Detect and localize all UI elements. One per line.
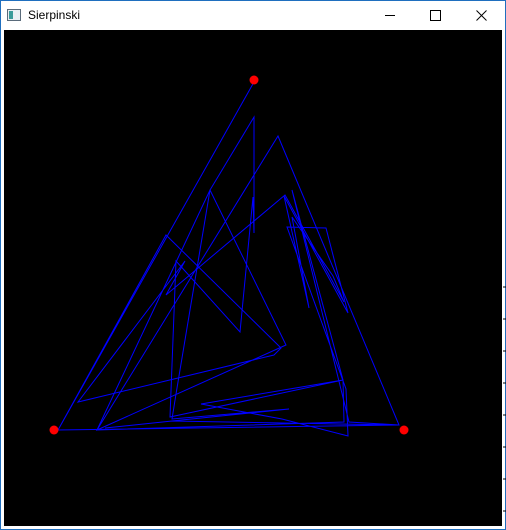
background-window-edge bbox=[503, 286, 506, 512]
title-bar[interactable]: Sierpinski bbox=[1, 1, 505, 30]
window-app-icon[interactable] bbox=[7, 9, 21, 21]
maximize-icon bbox=[430, 10, 441, 21]
window-title: Sierpinski bbox=[28, 8, 81, 22]
sierpinski-window: Sierpinski bbox=[0, 0, 506, 530]
chaos-game-path bbox=[57, 81, 400, 437]
sierpinski-drawing bbox=[49, 75, 409, 437]
vertex-bottom-left bbox=[49, 425, 59, 435]
vertex-top bbox=[249, 75, 259, 85]
desktop: Sierpinski bbox=[0, 0, 506, 530]
vertex-bottom-right bbox=[399, 425, 409, 435]
drawing-canvas[interactable] bbox=[4, 30, 502, 526]
maximize-button[interactable] bbox=[413, 1, 459, 30]
minimize-button[interactable] bbox=[367, 1, 413, 30]
minimize-icon bbox=[385, 15, 395, 16]
close-button[interactable] bbox=[459, 1, 505, 30]
close-icon bbox=[476, 10, 487, 21]
